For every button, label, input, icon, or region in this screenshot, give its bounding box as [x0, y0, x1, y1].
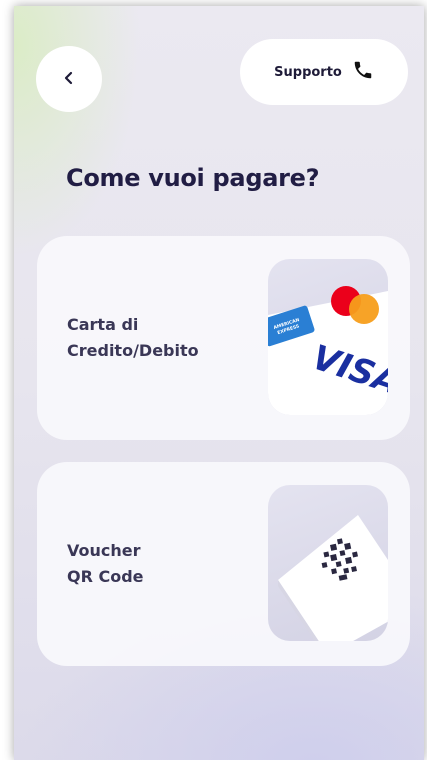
- page-title: Come vuoi pagare?: [66, 164, 320, 192]
- support-label: Supporto: [274, 64, 342, 80]
- credit-card-option[interactable]: Carta di Credito/Debito AMERICAN EXPRESS…: [37, 236, 410, 440]
- phone-icon: [352, 59, 374, 85]
- qr-code-icon: [268, 485, 388, 641]
- voucher-qr-option[interactable]: Voucher QR Code: [37, 462, 410, 666]
- voucher-qr-option-label: Voucher QR Code: [67, 541, 144, 586]
- credit-cards-icon: AMERICAN EXPRESS VISA: [268, 259, 388, 415]
- phone-screen: Supporto Come vuoi pagare? Carta di Cred…: [14, 6, 424, 760]
- credit-card-option-label: Carta di Credito/Debito: [67, 315, 199, 360]
- support-button[interactable]: Supporto: [240, 39, 408, 105]
- back-button[interactable]: [36, 46, 102, 112]
- chevron-left-icon: [62, 70, 76, 89]
